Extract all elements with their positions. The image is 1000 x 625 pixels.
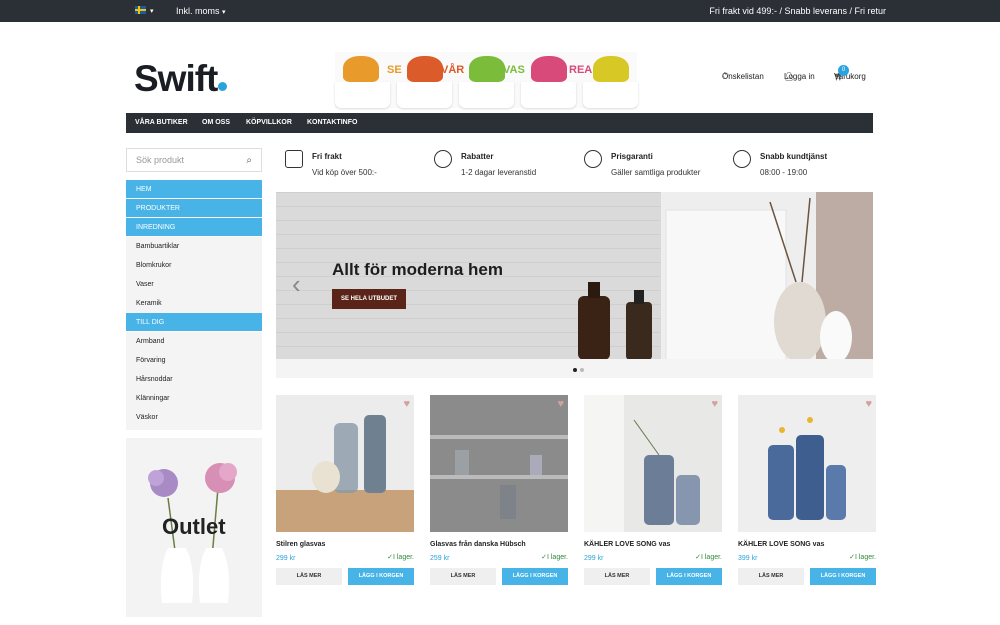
sidebar-item[interactable]: Vaser: [126, 275, 262, 294]
product-image[interactable]: [738, 395, 876, 532]
product-name[interactable]: Stilren glasvas: [276, 541, 325, 548]
support-icon: [733, 150, 751, 168]
outlet-label: Outlet: [162, 514, 226, 539]
chevron-down-icon[interactable]: ▾: [150, 7, 154, 15]
product-card[interactable]: ♥ Glasvas från danska Hübsch 259 kr ✓I lage…: [430, 395, 568, 589]
feature-subtitle: Gäller samtliga produkter: [611, 168, 701, 177]
feature-title: Fri frakt: [312, 152, 342, 161]
read-more-button[interactable]: LÄS MER: [430, 568, 496, 585]
sidebar-item[interactable]: HEM: [126, 180, 262, 199]
sidebar-item[interactable]: INREDNING: [126, 218, 262, 237]
product-card[interactable]: ♥ Stilren glasvas 299 kr ✓I lager. LÄS MER LÄ…: [276, 395, 414, 589]
product-image[interactable]: [430, 395, 568, 532]
sidebar-item[interactable]: Armband: [126, 332, 262, 351]
vat-label: Inkl. moms: [176, 6, 220, 16]
outlet-promo[interactable]: Outlet: [126, 438, 262, 617]
banner-word: SE: [387, 64, 402, 76]
sidebar-item[interactable]: Väskor: [126, 408, 262, 427]
feature-title: Rabatter: [461, 152, 494, 161]
nav-item-contact[interactable]: KONTAKTINFO: [307, 119, 357, 126]
feature-subtitle: 08:00 - 19:00: [760, 168, 808, 177]
sidebar-item[interactable]: PRODUKTER: [126, 199, 262, 218]
stock-status: ✓I lager.: [387, 553, 414, 561]
stock-status: ✓I lager.: [849, 553, 876, 561]
hero-image: [578, 192, 873, 378]
search-placeholder: Sök produkt: [136, 155, 185, 165]
swedish-flag-icon[interactable]: [135, 6, 146, 14]
slider-dot[interactable]: [580, 368, 584, 372]
feature-subtitle: Vid köp över 500:-: [312, 168, 377, 177]
sidebar-item[interactable]: Förvaring: [126, 351, 262, 370]
percent-icon: [434, 150, 452, 168]
login-label: Logga in: [784, 72, 815, 81]
banner-word: REA: [569, 64, 593, 76]
product-image[interactable]: [584, 395, 722, 532]
wishlist-heart-icon[interactable]: ♥: [865, 398, 872, 410]
product-card[interactable]: ♥ KÄHLER LOVE SONG vas 399 kr ✓I lager. LÄS …: [738, 395, 876, 589]
truck-icon: [285, 150, 303, 168]
category-sidebar: HEM PRODUKTER INREDNING Bambuartiklar Blomkr…: [126, 180, 262, 430]
sidebar-item[interactable]: TILL DIG: [126, 313, 262, 332]
site-logo[interactable]: Swift: [134, 58, 228, 100]
banner-word: VAS: [503, 64, 525, 76]
add-to-cart-button[interactable]: LÄGG I KORGEN: [810, 568, 876, 585]
read-more-button[interactable]: LÄS MER: [276, 568, 342, 585]
banner-word: VÅR: [441, 64, 465, 76]
product-price: 299 kr: [276, 555, 296, 562]
stock-label: I lager.: [700, 554, 722, 561]
hero-title: Allt för moderna hem: [332, 260, 503, 279]
sidebar-item[interactable]: Bambuartiklar: [126, 237, 262, 256]
product-price: 259 kr: [430, 555, 450, 562]
product-image[interactable]: [276, 395, 414, 532]
nav-item-about[interactable]: OM OSS: [202, 119, 230, 126]
product-name[interactable]: KÄHLER LOVE SONG vas: [738, 541, 824, 548]
nav-item-stores[interactable]: VÅRA BUTIKER: [135, 119, 188, 126]
money-icon: [584, 150, 602, 168]
product-name[interactable]: Glasvas från danska Hübsch: [430, 541, 526, 548]
stock-label: I lager.: [854, 554, 876, 561]
sidebar-item[interactable]: Blomkrukor: [126, 256, 262, 275]
search-input[interactable]: Sök produkt ⌕: [126, 148, 262, 172]
add-to-cart-button[interactable]: LÄGG I KORGEN: [656, 568, 722, 585]
wishlist-heart-icon[interactable]: ♥: [403, 398, 410, 410]
read-more-button[interactable]: LÄS MER: [738, 568, 804, 585]
feature-subtitle: 1-2 dagar leveranstid: [461, 168, 537, 177]
product-name[interactable]: KÄHLER LOVE SONG vas: [584, 541, 670, 548]
slider-dot-active[interactable]: [573, 368, 577, 372]
feature-title: Prisgaranti: [611, 152, 653, 161]
shipping-info: Fri frakt vid 499:- / Snabb leverans / F…: [709, 6, 886, 16]
product-price: 299 kr: [584, 555, 604, 562]
logo-text: Swift: [134, 58, 218, 99]
main-nav: VÅRA BUTIKER OM OSS KÖPVILLKOR KONTAKTIN…: [126, 113, 873, 133]
hero-cta-button[interactable]: SE HELA UTBUDET: [332, 289, 406, 309]
feature-title: Snabb kundtjänst: [760, 152, 828, 161]
wishlist-heart-icon[interactable]: ♥: [557, 398, 564, 410]
wishlist-label: Önskelistan: [722, 72, 764, 81]
stock-status: ✓I lager.: [695, 553, 722, 561]
sidebar-item[interactable]: Keramik: [126, 294, 262, 313]
cart-count-badge: 0: [838, 65, 849, 76]
stock-label: I lager.: [392, 554, 414, 561]
nav-item-terms[interactable]: KÖPVILLKOR: [246, 119, 292, 126]
top-bar: ▾ Inkl. moms ▾ Fri frakt vid 499:- / Sna…: [0, 0, 1000, 22]
logo-dot: [218, 82, 228, 91]
sidebar-item[interactable]: Klänningar: [126, 389, 262, 408]
sidebar-item[interactable]: Hårsnoddar: [126, 370, 262, 389]
product-card[interactable]: ♥ KÄHLER LOVE SONG vas 299 kr ✓I lager. LÄS …: [584, 395, 722, 589]
wishlist-heart-icon[interactable]: ♥: [711, 398, 718, 410]
add-to-cart-button[interactable]: LÄGG I KORGEN: [348, 568, 414, 585]
vat-selector[interactable]: Inkl. moms ▾: [176, 6, 226, 16]
product-price: 399 kr: [738, 555, 758, 562]
add-to-cart-button[interactable]: LÄGG I KORGEN: [502, 568, 568, 585]
search-icon[interactable]: ⌕: [246, 155, 252, 166]
slider-prev-arrow-icon[interactable]: ‹: [292, 271, 301, 297]
promo-banner[interactable]: SE VÅR VAS REA: [335, 52, 638, 108]
hero-slider[interactable]: ‹ Allt för moderna hem SE HELA UTBUDET: [276, 192, 873, 378]
stock-label: I lager.: [546, 554, 568, 561]
read-more-button[interactable]: LÄS MER: [584, 568, 650, 585]
stock-status: ✓I lager.: [541, 553, 568, 561]
